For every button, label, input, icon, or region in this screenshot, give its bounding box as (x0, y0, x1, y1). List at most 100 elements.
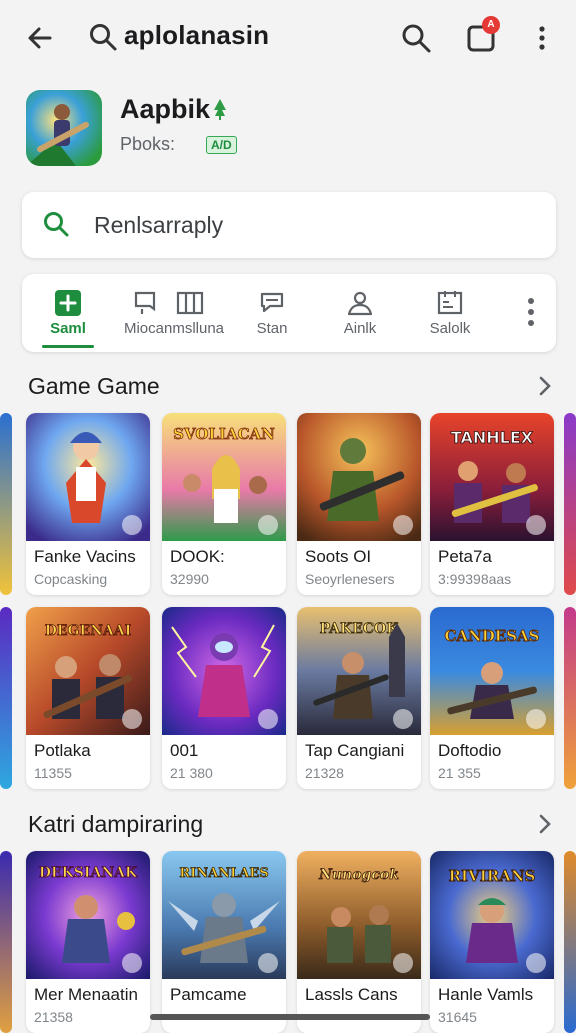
partial-card-right (564, 607, 576, 789)
notification-badge: A (482, 16, 500, 34)
game-title: Lassls Cans (305, 985, 398, 1004)
game-card[interactable]: 001 21 380 (162, 607, 286, 789)
pin-icon[interactable] (526, 515, 546, 535)
tab-salolk[interactable]: Salolk (414, 274, 486, 352)
chevron-right-icon[interactable] (536, 375, 554, 397)
search-icon (44, 212, 69, 237)
game-meta: 31645 (438, 1009, 477, 1025)
pin-icon[interactable] (258, 953, 278, 973)
pin-icon[interactable] (258, 709, 278, 729)
app-header: Aapbik Pboks: A/D (26, 90, 556, 170)
app-icon[interactable] (26, 90, 102, 166)
columns-icon (176, 291, 204, 315)
game-title: Doftodio (438, 741, 502, 760)
game-title: Hanle Vamls (438, 985, 534, 1004)
search-bar[interactable] (22, 192, 556, 258)
game-meta: 21358 (34, 1009, 73, 1025)
partial-card-right (564, 851, 576, 1033)
partial-card-left (0, 851, 12, 1033)
section-title-katri-dampiraring: Katri dampiraring (28, 811, 204, 837)
game-card[interactable]: DEKSIANAK Mer Menaatin 21358 (26, 851, 150, 1033)
game-card[interactable]: Soots OI Seoyrlenesers (297, 413, 421, 595)
game-meta: Seoyrlenesers (305, 571, 395, 587)
game-card[interactable]: PAKECOK Tap Cangiani 21328 (297, 607, 421, 789)
svg-text:SVOLIACAN: SVOLIACAN (173, 425, 275, 443)
svg-text:DEKSIANAK: DEKSIANAK (39, 865, 138, 881)
game-meta: 21 380 (170, 765, 213, 781)
pin-icon[interactable] (393, 515, 413, 535)
tab-label: Ainlk (343, 320, 377, 337)
chevron-right-icon[interactable] (536, 813, 554, 835)
pin-icon[interactable] (526, 709, 546, 729)
game-card[interactable]: Nunogcok Lassls Cans (297, 851, 421, 1033)
game-card[interactable]: DEGENAAI Potlaka 11355 (26, 607, 150, 789)
game-card[interactable]: RIVIRANS Hanle Vamls 31645 (430, 851, 554, 1033)
search-input[interactable] (94, 206, 534, 244)
game-meta: 32990 (170, 571, 209, 587)
svg-text:TANHLEX: TANHLEX (451, 428, 534, 447)
game-title: Pamcame (170, 985, 247, 1004)
pin-icon[interactable] (122, 515, 142, 535)
partial-card-left (0, 607, 12, 789)
pin-icon[interactable] (258, 515, 278, 535)
svg-text:RIVIRANS: RIVIRANS (449, 867, 536, 885)
ad-tag: A/D (206, 136, 237, 154)
game-card[interactable]: TANHLEX Peta7a 3:99398aas (430, 413, 554, 595)
game-title: 001 (170, 741, 199, 760)
active-tab-indicator (42, 345, 94, 348)
svg-text:DEGENAAI: DEGENAAI (45, 623, 132, 639)
game-meta: 21 355 (438, 765, 481, 781)
game-card[interactable]: CANDESAS Doftodio 21 355 (430, 607, 554, 789)
game-card[interactable]: SVOLIACAN DOOK: 32990 (162, 413, 286, 595)
partial-card-right (564, 413, 576, 595)
back-arrow-icon[interactable] (24, 22, 56, 54)
game-card[interactable]: RINANLAES Pamcame (162, 851, 286, 1033)
game-title: Mer Menaatin (34, 985, 138, 1004)
tab-label: Saml (50, 320, 86, 337)
tab-label: Miocanmslluna (123, 320, 225, 337)
more-options-icon[interactable] (528, 22, 556, 54)
pin-icon[interactable] (122, 953, 142, 973)
game-title: Potlaka (34, 741, 91, 760)
pin-icon[interactable] (526, 953, 546, 973)
app-publisher: Pboks: (120, 134, 176, 154)
svg-text:RINANLAES: RINANLAES (179, 866, 268, 881)
tab-saml[interactable]: Saml (32, 274, 104, 352)
home-indicator[interactable] (150, 1014, 430, 1020)
game-meta: 3:99398aas (438, 571, 512, 587)
game-title: Soots OI (305, 547, 372, 566)
tab-label: Stan (256, 320, 288, 337)
tab-label: Salolk (429, 320, 471, 337)
pin-icon[interactable] (122, 709, 142, 729)
game-title: Tap Cangiani (305, 741, 405, 760)
section-title-game-game: Game Game (28, 373, 160, 399)
tab-ainlk[interactable]: Ainlk (324, 274, 396, 352)
game-title: Peta7a (438, 547, 492, 566)
tab-stan[interactable]: Stan (236, 274, 308, 352)
tab-miocanmslluna[interactable]: Miocanmslluna (118, 274, 230, 352)
game-card[interactable]: Fanke Vacins Copcasking (26, 413, 150, 595)
svg-text:CANDESAS: CANDESAS (444, 627, 539, 645)
game-meta: 11355 (34, 765, 72, 781)
pin-icon[interactable] (393, 953, 413, 973)
calendar-icon (437, 291, 463, 315)
category-tabs: Saml Miocanmslluna Stan Ainlk Salolk (22, 274, 556, 352)
top-bar: aplolanasin A (0, 0, 576, 76)
tree-icon (214, 99, 226, 120)
app-name: Aapbik (120, 94, 211, 124)
game-meta: Copcasking (34, 571, 108, 587)
person-icon (347, 291, 373, 316)
tabs-overflow-icon[interactable] (522, 294, 540, 330)
game-title: DOOK: (170, 547, 225, 566)
game-title: Fanke Vacins (34, 547, 136, 566)
search-query-text[interactable]: aplolanasin (124, 20, 269, 51)
svg-text:Nunogcok: Nunogcok (318, 867, 399, 883)
partial-card-left (0, 413, 12, 595)
plus-icon (55, 290, 81, 316)
svg-text:PAKECOK: PAKECOK (320, 621, 400, 637)
game-meta: 21328 (305, 765, 344, 781)
book-icon (134, 291, 156, 314)
search-icon (90, 24, 117, 51)
pin-icon[interactable] (393, 709, 413, 729)
search-button-icon[interactable] (400, 22, 432, 54)
